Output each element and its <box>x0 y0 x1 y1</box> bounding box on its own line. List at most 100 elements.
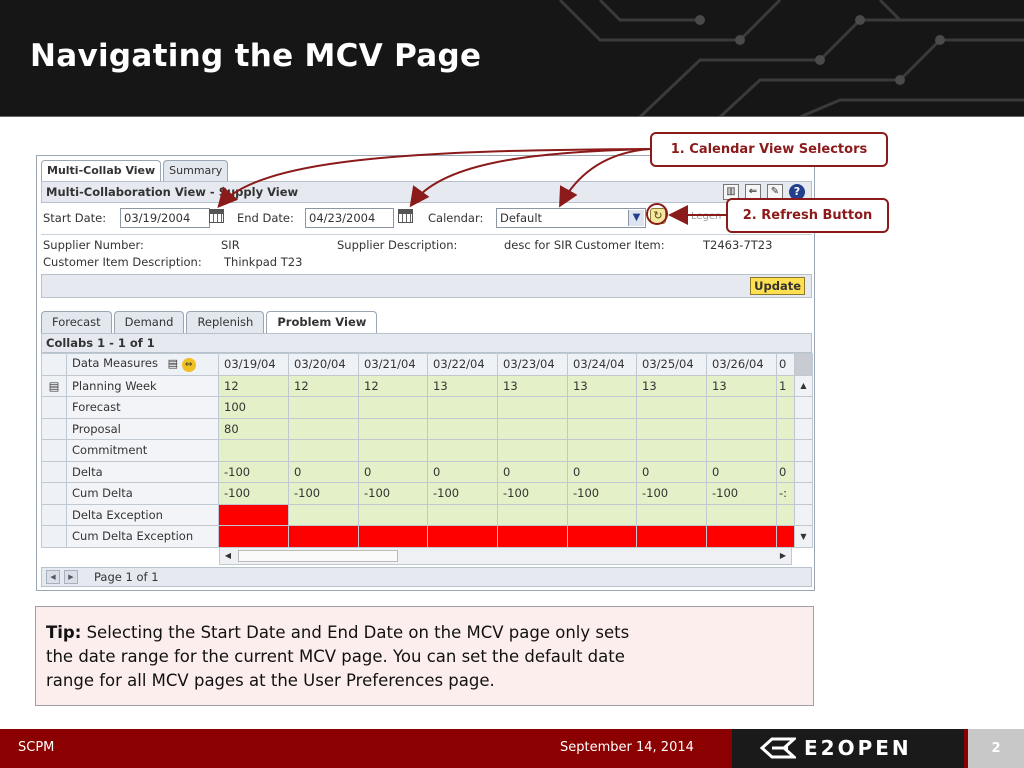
grid-cell[interactable]: -100 <box>636 482 707 505</box>
end-date-input[interactable]: 04/23/2004 <box>305 208 394 228</box>
scroll-right-arrow-icon[interactable]: ▶ <box>775 548 791 564</box>
grid-cell[interactable]: -100 <box>567 482 637 505</box>
tab-forecast[interactable]: Forecast <box>41 311 112 333</box>
grid-cell[interactable] <box>427 417 498 440</box>
grid-cell[interactable]: 13 <box>636 374 707 397</box>
vertical-scrollbar-track[interactable] <box>794 396 813 419</box>
grid-cell[interactable] <box>776 417 795 440</box>
grid-cell[interactable]: 80 <box>218 417 289 440</box>
vertical-scrollbar-track[interactable] <box>794 460 813 483</box>
grid-cell[interactable] <box>218 503 289 526</box>
grid-cell[interactable] <box>567 396 637 419</box>
grid-cell[interactable] <box>636 439 707 462</box>
start-date-input[interactable]: 03/19/2004 <box>120 208 210 228</box>
grid-cell[interactable] <box>497 503 568 526</box>
tab-demand[interactable]: Demand <box>113 311 185 333</box>
grid-cell[interactable] <box>567 525 637 548</box>
grid-cell[interactable] <box>427 439 498 462</box>
tab-multi-collab-view[interactable]: Multi-Collab View <box>41 160 162 181</box>
grid-cell[interactable] <box>288 439 359 462</box>
scrollbar-thumb[interactable] <box>238 550 398 562</box>
calendar-select[interactable]: Default ▼ <box>496 208 646 228</box>
refresh-icon[interactable]: ↻ <box>650 208 666 224</box>
grid-cell[interactable]: 0 <box>288 460 359 483</box>
vertical-scrollbar-track[interactable] <box>794 503 813 526</box>
scroll-down-arrow-icon[interactable]: ▼ <box>794 525 813 548</box>
row-select-cell[interactable] <box>41 417 67 440</box>
grid-cell[interactable]: 0 <box>358 460 428 483</box>
row-select-cell[interactable] <box>41 503 67 526</box>
grid-cell[interactable] <box>497 439 568 462</box>
grid-cell[interactable]: 0 <box>427 460 498 483</box>
grid-cell[interactable]: 0 <box>567 460 637 483</box>
grid-cell[interactable] <box>288 525 359 548</box>
grid-cell[interactable]: -100 <box>288 482 359 505</box>
grid-cell[interactable]: 0 <box>706 460 777 483</box>
grid-cell[interactable] <box>358 417 428 440</box>
tab-summary[interactable]: Summary <box>163 160 229 181</box>
update-button[interactable]: Update <box>750 277 805 295</box>
grid-cell[interactable] <box>776 503 795 526</box>
grid-cell[interactable]: -100 <box>358 482 428 505</box>
grid-cell[interactable]: 0 <box>636 460 707 483</box>
grid-cell[interactable] <box>636 417 707 440</box>
grid-cell[interactable]: -: <box>776 482 795 505</box>
start-date-calendar-icon[interactable] <box>209 209 224 223</box>
grid-cell[interactable] <box>358 503 428 526</box>
grid-cell[interactable]: 12 <box>288 374 359 397</box>
grid-cell[interactable] <box>567 439 637 462</box>
grid-cell[interactable]: 13 <box>427 374 498 397</box>
grid-cell[interactable] <box>706 503 777 526</box>
grid-cell[interactable]: 13 <box>706 374 777 397</box>
grid-cell[interactable]: 100 <box>218 396 289 419</box>
grid-cell[interactable] <box>636 503 707 526</box>
row-select-cell[interactable] <box>41 460 67 483</box>
vertical-scrollbar-track[interactable] <box>794 417 813 440</box>
grid-cell[interactable] <box>567 503 637 526</box>
tab-replenish[interactable]: Replenish <box>186 311 265 333</box>
vertical-scrollbar-track[interactable] <box>794 482 813 505</box>
grid-cell[interactable] <box>427 525 498 548</box>
end-date-calendar-icon[interactable] <box>398 209 413 223</box>
grid-cell[interactable]: 13 <box>567 374 637 397</box>
row-select-cell[interactable] <box>41 525 67 548</box>
grid-cell[interactable] <box>427 503 498 526</box>
vertical-scrollbar-track[interactable] <box>794 439 813 462</box>
expand-columns-icon[interactable]: ⇔ <box>181 358 196 373</box>
horizontal-scrollbar[interactable]: ◀ ▶ <box>219 547 792 565</box>
tab-problem-view[interactable]: Problem View <box>266 311 378 333</box>
grid-cell[interactable]: 0 <box>776 460 795 483</box>
grid-cell[interactable] <box>706 439 777 462</box>
grid-settings-icon[interactable]: ▤ <box>168 357 178 370</box>
grid-cell[interactable]: 13 <box>497 374 568 397</box>
grid-cell[interactable]: -100 <box>497 482 568 505</box>
grid-cell[interactable] <box>776 396 795 419</box>
grid-cell[interactable] <box>706 417 777 440</box>
row-select-cell[interactable] <box>41 482 67 505</box>
scroll-left-arrow-icon[interactable]: ◀ <box>220 548 236 564</box>
row-select-cell[interactable] <box>41 439 67 462</box>
grid-cell[interactable]: -100 <box>427 482 498 505</box>
grid-cell[interactable] <box>776 525 795 548</box>
row-select-cell[interactable] <box>41 396 67 419</box>
grid-cell[interactable]: -100 <box>218 460 289 483</box>
grid-cell[interactable]: 12 <box>218 374 289 397</box>
next-page-icon[interactable]: ▶ <box>64 570 78 584</box>
chevron-down-icon[interactable]: ▼ <box>628 210 644 226</box>
grid-cell[interactable] <box>636 525 707 548</box>
grid-cell[interactable] <box>636 396 707 419</box>
grid-cell[interactable]: -100 <box>706 482 777 505</box>
grid-cell[interactable] <box>567 417 637 440</box>
row-select-icon[interactable]: ▤ <box>41 374 67 397</box>
grid-cell[interactable]: 1 <box>776 374 795 397</box>
grid-cell[interactable] <box>497 396 568 419</box>
grid-cell[interactable]: -100 <box>218 482 289 505</box>
grid-cell[interactable]: 0 <box>497 460 568 483</box>
grid-cell[interactable] <box>776 439 795 462</box>
scroll-up-arrow-icon[interactable]: ▲ <box>794 374 813 397</box>
grid-cell[interactable]: 12 <box>358 374 428 397</box>
grid-cell[interactable] <box>358 396 428 419</box>
grid-cell[interactable] <box>288 503 359 526</box>
grid-cell[interactable] <box>288 396 359 419</box>
grid-cell[interactable] <box>358 439 428 462</box>
